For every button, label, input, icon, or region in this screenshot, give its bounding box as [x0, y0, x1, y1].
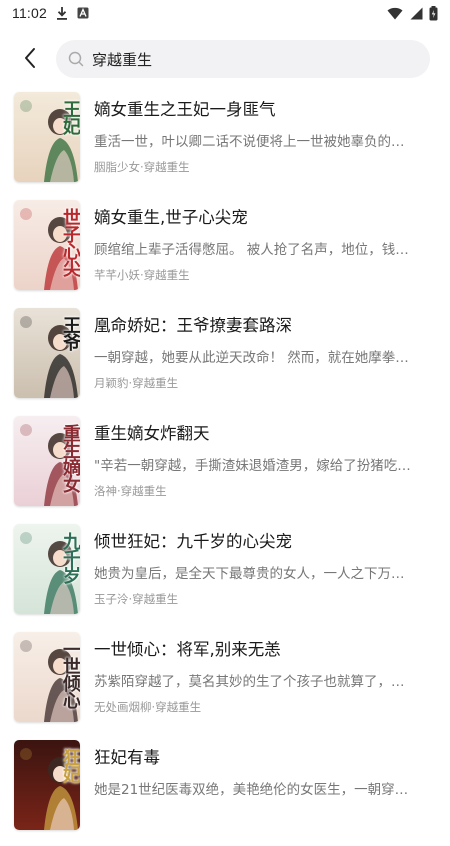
- book-title: 重生嫡女炸翻天: [94, 424, 210, 443]
- book-cover-title: 狂妃: [60, 748, 80, 782]
- book-description: 苏紫陌穿越了，莫名其妙的生了个孩子也就算了，…: [94, 674, 405, 690]
- book-category: 穿越重生: [132, 592, 179, 606]
- book-meta: 芊芊小妖·穿越重生: [94, 267, 434, 283]
- book-cover-title: 一世倾心: [60, 640, 80, 708]
- search-results-list: 王妃 嫡女重生之王妃一身匪气 重活一世，叶以卿二话不说便将上一世被她辜负的… 胭…: [0, 90, 450, 846]
- book-item[interactable]: 重生嫡女 重生嫡女炸翻天 "辛若一朝穿越，手撕渣妹退婚渣男，嫁给了扮猪吃… 洛神…: [0, 414, 450, 522]
- book-title: 嫡女重生之王妃一身匪气: [94, 100, 276, 119]
- book-meta: 月颖豹·穿越重生: [94, 375, 434, 391]
- book-title: 狂妃有毒: [94, 748, 160, 767]
- book-description: 她是21世纪医毒双绝，美艳绝伦的女医生，一朝穿…: [94, 782, 409, 798]
- download-icon: [56, 6, 68, 20]
- book-cover-title: 重生嫡女: [60, 424, 80, 492]
- book-item[interactable]: 王爷 凰命娇妃：王爷撩妻套路深 一朝穿越，她要从此逆天改命！ 然而，就在她摩拳……: [0, 306, 450, 414]
- book-category: 穿越重生: [155, 700, 202, 714]
- book-cover: 世子心尖: [14, 200, 80, 290]
- book-cover: 重生嫡女: [14, 416, 80, 506]
- book-meta: 胭脂少女·穿越重生: [94, 159, 434, 175]
- book-description: 她贵为皇后，是全天下最尊贵的女人，一人之下万…: [94, 566, 405, 582]
- book-cover: 一世倾心: [14, 632, 80, 722]
- book-cover: 九千岁: [14, 524, 80, 614]
- book-author: 月颖豹: [94, 376, 129, 390]
- book-title: 嫡女重生,世子心尖宠: [94, 208, 248, 227]
- book-meta: 无处画烟柳·穿越重生: [94, 699, 434, 715]
- app-a-icon: [77, 7, 89, 19]
- book-description: 一朝穿越，她要从此逆天改命！ 然而，就在她摩拳…: [94, 350, 409, 366]
- search-icon: [68, 51, 84, 67]
- book-category: 穿越重生: [132, 376, 179, 390]
- book-title: 凰命娇妃：王爷撩妻套路深: [94, 316, 292, 335]
- book-category: 穿越重生: [143, 160, 190, 174]
- book-meta: 洛神·穿越重生: [94, 483, 434, 499]
- book-cover: 王妃: [14, 92, 80, 182]
- book-cover: 王爷: [14, 308, 80, 398]
- status-time: 11:02: [12, 5, 47, 21]
- book-author: 洛神: [94, 484, 117, 498]
- book-cover-title: 王爷: [60, 316, 80, 350]
- book-description: 重活一世，叶以卿二话不说便将上一世被她辜负的…: [94, 134, 405, 150]
- search-box[interactable]: [56, 40, 430, 78]
- book-author: 胭脂少女: [94, 160, 140, 174]
- chevron-left-icon: [23, 47, 37, 73]
- back-button[interactable]: [14, 44, 46, 76]
- book-title: 一世倾心：将军,别来无恙: [94, 640, 281, 659]
- book-cover-title: 王妃: [60, 100, 80, 134]
- book-meta: 玉子泠·穿越重生: [94, 591, 434, 607]
- book-description: "辛若一朝穿越，手撕渣妹退婚渣男，嫁给了扮猪吃…: [94, 458, 411, 474]
- book-author: 玉子泠: [94, 592, 129, 606]
- book-item[interactable]: 九千岁 倾世狂妃：九千岁的心尖宠 她贵为皇后，是全天下最尊贵的女人，一人之下万……: [0, 522, 450, 630]
- status-bar: 11:02: [0, 0, 450, 26]
- book-cover-title: 九千岁: [60, 532, 80, 583]
- book-category: 穿越重生: [143, 268, 190, 282]
- book-cover: 狂妃: [14, 740, 80, 830]
- book-author: 芊芊小妖: [94, 268, 140, 282]
- book-category: 穿越重生: [120, 484, 167, 498]
- book-description: 顾绾绾上辈子活得憋屈。 被人抢了名声，地位，钱…: [94, 242, 409, 258]
- book-title: 倾世狂妃：九千岁的心尖宠: [94, 532, 292, 551]
- wifi-icon: [387, 7, 403, 20]
- book-author: 无处画烟柳: [94, 700, 152, 714]
- signal-icon: [409, 7, 423, 20]
- book-item[interactable]: 世子心尖 嫡女重生,世子心尖宠 顾绾绾上辈子活得憋屈。 被人抢了名声，地位，钱……: [0, 198, 450, 306]
- book-cover-title: 世子心尖: [60, 208, 80, 276]
- search-header: [0, 38, 450, 82]
- book-item[interactable]: 狂妃 狂妃有毒 她是21世纪医毒双绝，美艳绝伦的女医生，一朝穿…: [0, 738, 450, 846]
- battery-icon: [429, 5, 438, 21]
- book-item[interactable]: 一世倾心 一世倾心：将军,别来无恙 苏紫陌穿越了，莫名其妙的生了个孩子也就算了，…: [0, 630, 450, 738]
- search-input[interactable]: [92, 50, 392, 68]
- book-item[interactable]: 王妃 嫡女重生之王妃一身匪气 重活一世，叶以卿二话不说便将上一世被她辜负的… 胭…: [0, 90, 450, 198]
